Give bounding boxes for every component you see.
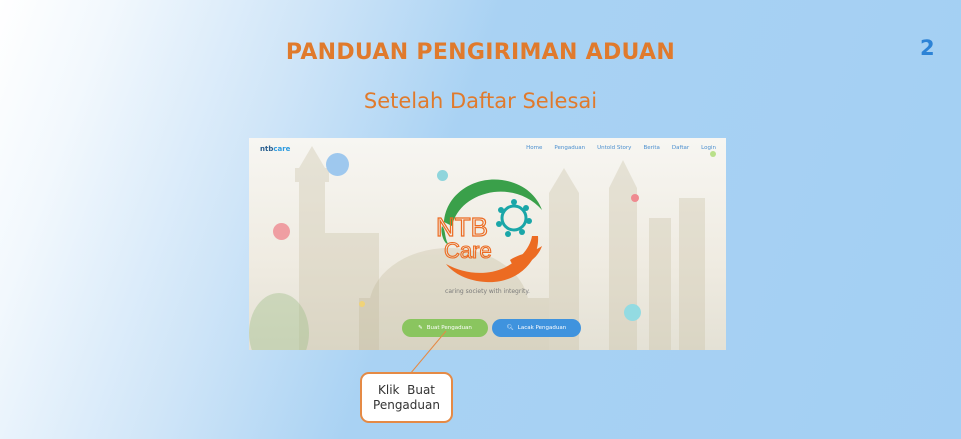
site-brand[interactable]: ntbcare: [260, 145, 290, 153]
nav-daftar[interactable]: Daftar: [672, 145, 689, 151]
site-tagline: caring society with integrity.: [445, 288, 530, 295]
slide: 2 PANDUAN PENGIRIMAN ADUAN Setelah Dafta…: [0, 0, 961, 439]
site-nav: Home Pengaduan Untold Story Berita Dafta…: [526, 145, 716, 151]
search-icon: 🔍︎: [506, 325, 514, 331]
brand-part2: care: [273, 145, 291, 153]
decor-circle: [631, 194, 639, 202]
brand-part1: ntb: [260, 145, 274, 153]
logo-text-bottom: Care: [444, 238, 492, 263]
nav-login[interactable]: Login: [701, 145, 716, 151]
callout-box: Klik Buat Pengaduan: [360, 372, 453, 423]
nav-berita[interactable]: Berita: [643, 145, 659, 151]
ntbcare-logo: NTB Care: [435, 179, 542, 283]
website-screenshot: ntbcare Home Pengaduan Untold Story Beri…: [249, 138, 726, 350]
callout-line2: Pengaduan: [373, 397, 440, 412]
decor-circle: [710, 151, 716, 157]
lacak-pengaduan-label: Lacak Pengaduan: [517, 325, 567, 331]
nav-home[interactable]: Home: [526, 145, 542, 151]
decor-circle: [624, 304, 641, 321]
slide-subtitle: Setelah Daftar Selesai: [363, 89, 598, 113]
lacak-pengaduan-button[interactable]: 🔍︎ Lacak Pengaduan: [492, 319, 581, 337]
decor-circle: [359, 301, 365, 307]
callout-line1: Klik Buat: [377, 382, 435, 397]
decor-circle: [326, 153, 349, 176]
slide-title: PANDUAN PENGIRIMAN ADUAN: [285, 40, 676, 65]
nav-pengaduan[interactable]: Pengaduan: [554, 145, 585, 151]
decor-circle: [273, 223, 290, 240]
nav-untold-story[interactable]: Untold Story: [597, 145, 631, 151]
